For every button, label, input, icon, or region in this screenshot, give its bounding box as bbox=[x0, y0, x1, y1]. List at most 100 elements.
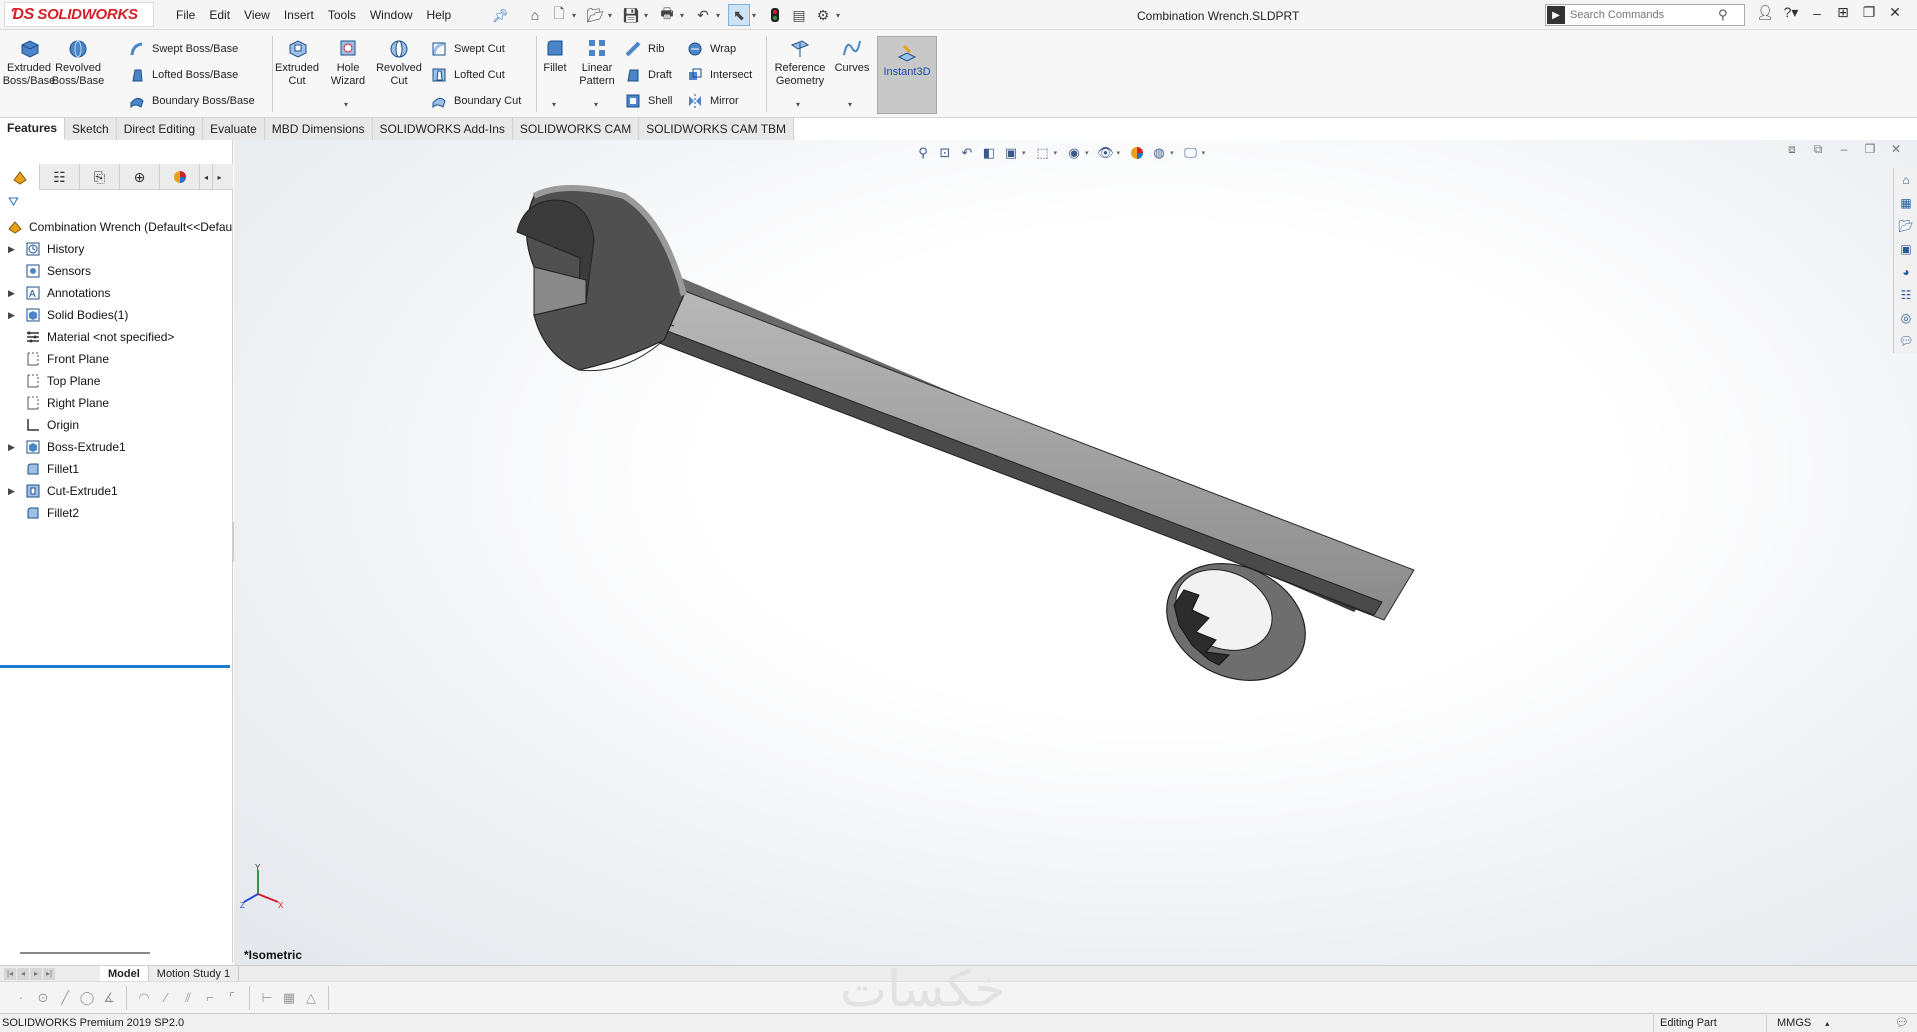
tab-solidworks-addins[interactable]: SOLIDWORKS Add-Ins bbox=[372, 118, 513, 140]
open-folder-icon[interactable]: 📂︎ bbox=[584, 4, 606, 26]
tab-sketch[interactable]: Sketch bbox=[65, 118, 117, 140]
new-dropdown-caret[interactable]: ▾ bbox=[572, 11, 580, 20]
expand-arrow-icon[interactable]: ▶ bbox=[8, 310, 20, 321]
curves-button[interactable]: Curves bbox=[834, 36, 870, 75]
tree-root-part[interactable]: Combination Wrench (Default<<Defau bbox=[0, 216, 233, 238]
menu-file[interactable]: File bbox=[176, 8, 195, 22]
extruded-boss-button[interactable]: Extruded Boss/Base bbox=[3, 36, 55, 88]
configuration-manager-tab-icon[interactable]: ⎘ bbox=[80, 164, 120, 190]
select-dropdown-caret[interactable]: ▾ bbox=[752, 11, 760, 20]
tree-item-fillet2[interactable]: Fillet2 bbox=[0, 502, 233, 524]
pin-menu-icon[interactable]: 📌︎ bbox=[492, 8, 509, 24]
user-account-icon[interactable]: 👤︎ bbox=[1752, 4, 1778, 21]
unit-system-selector[interactable]: MMGS ▴ bbox=[1766, 1015, 1839, 1032]
last-tab-icon[interactable]: ▸| bbox=[43, 967, 55, 980]
panel-tabs-next-icon[interactable]: ▸ bbox=[213, 164, 226, 190]
swept-cut-button[interactable]: Swept Cut bbox=[430, 40, 505, 58]
intersect-button[interactable]: Intersect bbox=[686, 66, 752, 84]
tab-direct-editing[interactable]: Direct Editing bbox=[116, 118, 204, 140]
options-dropdown-caret[interactable]: ▾ bbox=[836, 11, 844, 20]
menu-tools[interactable]: Tools bbox=[328, 8, 356, 22]
point-icon[interactable]: · bbox=[10, 990, 32, 1005]
hatch-icon[interactable]: ⫽ bbox=[177, 990, 199, 1006]
boundary-cut-button[interactable]: Boundary Cut bbox=[430, 92, 521, 110]
help-balloon-icon[interactable]: 💬︎ bbox=[1895, 1016, 1909, 1029]
tree-item-solid-bodies-1[interactable]: ▶ Solid Bodies(1) bbox=[0, 304, 233, 326]
filter-icon[interactable]: ⛛ bbox=[8, 194, 19, 210]
tab-solidworks-cam[interactable]: SOLIDWORKS CAM bbox=[512, 118, 640, 140]
tile-icon[interactable]: ⊞ bbox=[1830, 4, 1856, 21]
lofted-boss-button[interactable]: Lofted Boss/Base bbox=[128, 66, 238, 84]
minimize-icon[interactable]: – bbox=[1804, 5, 1830, 21]
tab-features[interactable]: Features bbox=[0, 118, 66, 140]
tree-filter[interactable]: ⛛ bbox=[0, 192, 228, 212]
search-input[interactable] bbox=[1566, 9, 1716, 21]
menu-insert[interactable]: Insert bbox=[284, 8, 314, 22]
rib-button[interactable]: Rib bbox=[624, 40, 665, 58]
save-dropdown-caret[interactable]: ▾ bbox=[644, 11, 652, 20]
tree-item-right-plane[interactable]: Right Plane bbox=[0, 392, 233, 414]
lofted-cut-button[interactable]: Lofted Cut bbox=[430, 66, 505, 84]
expand-arrow-icon[interactable]: ▶ bbox=[8, 442, 20, 453]
expand-arrow-icon[interactable]: ▶ bbox=[8, 244, 20, 255]
linear-pattern-caret[interactable]: ▾ bbox=[594, 100, 598, 109]
menu-view[interactable]: View bbox=[244, 8, 270, 22]
boundary-boss-button[interactable]: Boundary Boss/Base bbox=[128, 92, 255, 110]
next-tab-icon[interactable]: ▸ bbox=[30, 967, 42, 980]
slash-icon[interactable]: ⁄ bbox=[155, 990, 177, 1005]
reference-geometry-button[interactable]: Reference Geometry bbox=[772, 36, 828, 88]
restore-icon[interactable]: ❐ bbox=[1856, 4, 1882, 21]
swept-boss-button[interactable]: Swept Boss/Base bbox=[128, 40, 238, 58]
property-manager-tab-icon[interactable]: ☷ bbox=[40, 164, 80, 190]
tree-item-boss-extrude1[interactable]: ▶ Boss-Extrude1 bbox=[0, 436, 233, 458]
feature-manager-tab-icon[interactable] bbox=[0, 164, 40, 190]
ellipse-icon[interactable]: ◯ bbox=[76, 990, 98, 1006]
draft-button[interactable]: Draft bbox=[624, 66, 672, 84]
print-icon[interactable]: 🖶︎ bbox=[656, 4, 678, 26]
prev-tab-icon[interactable]: ◂ bbox=[17, 967, 29, 980]
print-dropdown-caret[interactable]: ▾ bbox=[680, 11, 688, 20]
tree-item-fillet1[interactable]: Fillet1 bbox=[0, 458, 233, 480]
new-document-icon[interactable]: 🗋︎ bbox=[548, 4, 570, 26]
tab-evaluate[interactable]: Evaluate bbox=[203, 118, 265, 140]
tree-item-annotations[interactable]: ▶ A Annotations bbox=[0, 282, 233, 304]
wrench-model[interactable] bbox=[234, 140, 1917, 965]
tree-item-top-plane[interactable]: Top Plane bbox=[0, 370, 233, 392]
tree-item-origin[interactable]: Origin bbox=[0, 414, 233, 436]
tab-mbd-dimensions[interactable]: MBD Dimensions bbox=[264, 118, 373, 140]
tree-item-sensors[interactable]: Sensors bbox=[0, 260, 233, 282]
reference-geometry-caret[interactable]: ▾ bbox=[796, 100, 800, 109]
open-dropdown-caret[interactable]: ▾ bbox=[608, 11, 616, 20]
options-gear-icon[interactable]: ⚙ bbox=[812, 4, 834, 26]
extruded-cut-button[interactable]: Extruded Cut bbox=[274, 36, 320, 88]
tree-horizontal-scrollbar[interactable] bbox=[20, 952, 150, 954]
hole-wizard-button[interactable]: Hole Wizard bbox=[328, 36, 368, 88]
select-cursor-icon[interactable]: ⬉ bbox=[728, 4, 750, 26]
line-icon[interactable]: ╱ bbox=[54, 990, 76, 1006]
undo-icon[interactable]: ↶ bbox=[692, 4, 714, 26]
corner-icon[interactable]: ⌐ bbox=[199, 990, 221, 1005]
fillet-button[interactable]: Fillet bbox=[540, 36, 570, 75]
triangle-icon[interactable]: △ bbox=[300, 990, 322, 1006]
revolved-boss-button[interactable]: Revolved Boss/Base bbox=[52, 36, 104, 88]
curves-caret[interactable]: ▾ bbox=[848, 100, 852, 109]
home-icon[interactable]: ⌂ bbox=[524, 4, 546, 26]
hole-wizard-caret[interactable]: ▾ bbox=[344, 100, 348, 109]
fillet-caret[interactable]: ▾ bbox=[552, 100, 556, 109]
arc-icon[interactable]: ◠ bbox=[133, 990, 155, 1006]
tab-solidworks-cam-tbm[interactable]: SOLIDWORKS CAM TBM bbox=[639, 118, 795, 140]
tree-item-front-plane[interactable]: Front Plane bbox=[0, 348, 233, 370]
panel-tabs-prev-icon[interactable]: ◂ bbox=[200, 164, 213, 190]
angle-icon[interactable]: ∡ bbox=[98, 990, 120, 1006]
graphics-area[interactable]: ⚲ ⊡ ↶ ◧ ▣ ▾ ⬚ ▾ ◉ ▾ 👁︎ ▾ ◍ ▾ 🖵︎ ▾ ⧈ ⧉ – ❐ ✕ ⌂ … bbox=[234, 140, 1917, 965]
wrap-button[interactable]: Wrap bbox=[686, 40, 736, 58]
tab-motion-study[interactable]: Motion Study 1 bbox=[149, 965, 240, 982]
tree-item-cut-extrude1[interactable]: ▶ Cut-Extrude1 bbox=[0, 480, 233, 502]
display-manager-tab-icon[interactable] bbox=[160, 164, 200, 190]
expand-arrow-icon[interactable]: ▶ bbox=[8, 288, 20, 299]
menu-help[interactable]: Help bbox=[427, 8, 452, 22]
rebuild-icon[interactable] bbox=[764, 4, 786, 26]
corner-dashed-icon[interactable]: ⌜ bbox=[221, 990, 243, 1006]
dimension-icon[interactable]: ⊢ bbox=[256, 990, 278, 1006]
grid-icon[interactable]: ▦ bbox=[278, 990, 300, 1006]
